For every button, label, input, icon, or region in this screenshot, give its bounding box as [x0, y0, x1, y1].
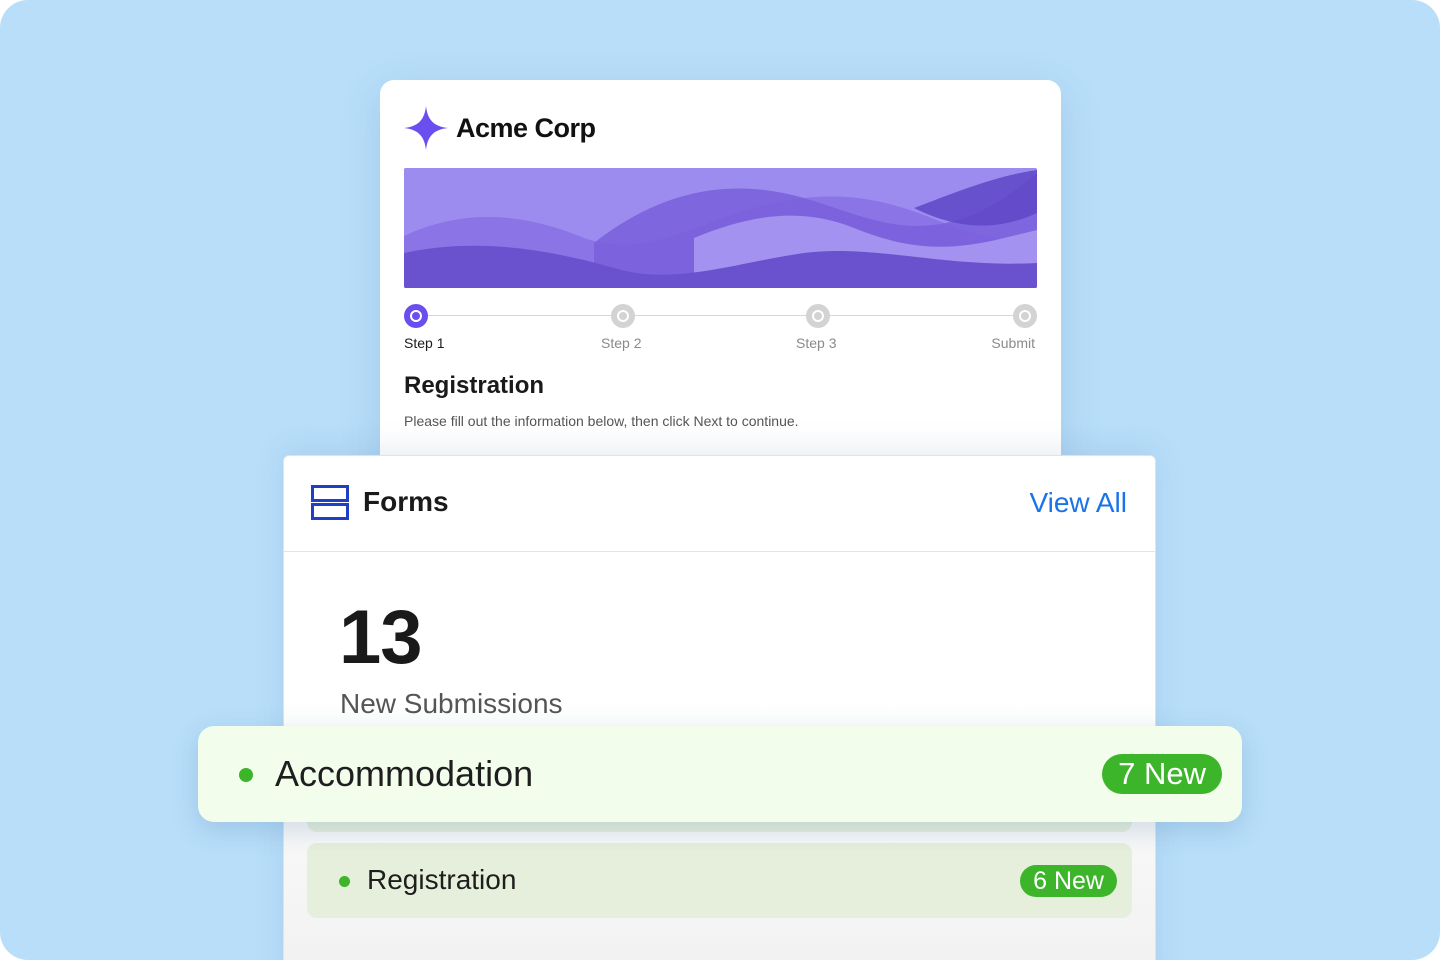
brand-name: Acme Corp [456, 112, 596, 143]
list-item-registration[interactable]: Registration 6 New [307, 843, 1132, 918]
forms-list-icon [311, 485, 349, 521]
submit-step-label: Submit [991, 335, 1035, 351]
step-1-label: Step 1 [404, 335, 445, 351]
list-item-name: Registration [367, 864, 517, 895]
background-canvas: Acme Corp Step 1 Step 2 Step 3 Submit Re… [0, 0, 1440, 960]
status-dot-icon [239, 768, 253, 782]
forms-panel-header: Forms View All [284, 456, 1155, 552]
sparkle-icon [404, 106, 448, 150]
new-count-badge: 6 New [1020, 865, 1117, 897]
status-dot-icon [339, 876, 350, 887]
list-item-name: Accommodation [275, 753, 534, 794]
step-3-indicator[interactable] [806, 304, 830, 328]
form-description: Please fill out the information below, t… [404, 413, 799, 429]
step-3-label: Step 3 [796, 335, 837, 351]
step-2-indicator[interactable] [611, 304, 635, 328]
registration-form-card: Acme Corp Step 1 Step 2 Step 3 Submit Re… [380, 80, 1061, 500]
submission-count: 13 [339, 595, 423, 680]
step-1-indicator[interactable] [404, 304, 428, 328]
brand: Acme Corp [404, 106, 596, 150]
new-count-badge: 7 New [1102, 754, 1222, 794]
list-item-accommodation[interactable]: Accommodation 7 New [198, 726, 1242, 822]
progress-stepper: Step 1 Step 2 Step 3 Submit [404, 304, 1037, 354]
forms-title: Forms [363, 486, 449, 517]
form-title: Registration [404, 372, 545, 399]
stepper-line [416, 315, 1025, 316]
step-2-label: Step 2 [601, 335, 642, 351]
forms-panel: Forms View All 13 New Submissions Regist… [283, 455, 1156, 960]
banner-image [404, 168, 1037, 288]
view-all-link[interactable]: View All [1029, 487, 1127, 519]
submission-count-label: New Submissions [340, 688, 563, 719]
submit-step-indicator[interactable] [1013, 304, 1037, 328]
